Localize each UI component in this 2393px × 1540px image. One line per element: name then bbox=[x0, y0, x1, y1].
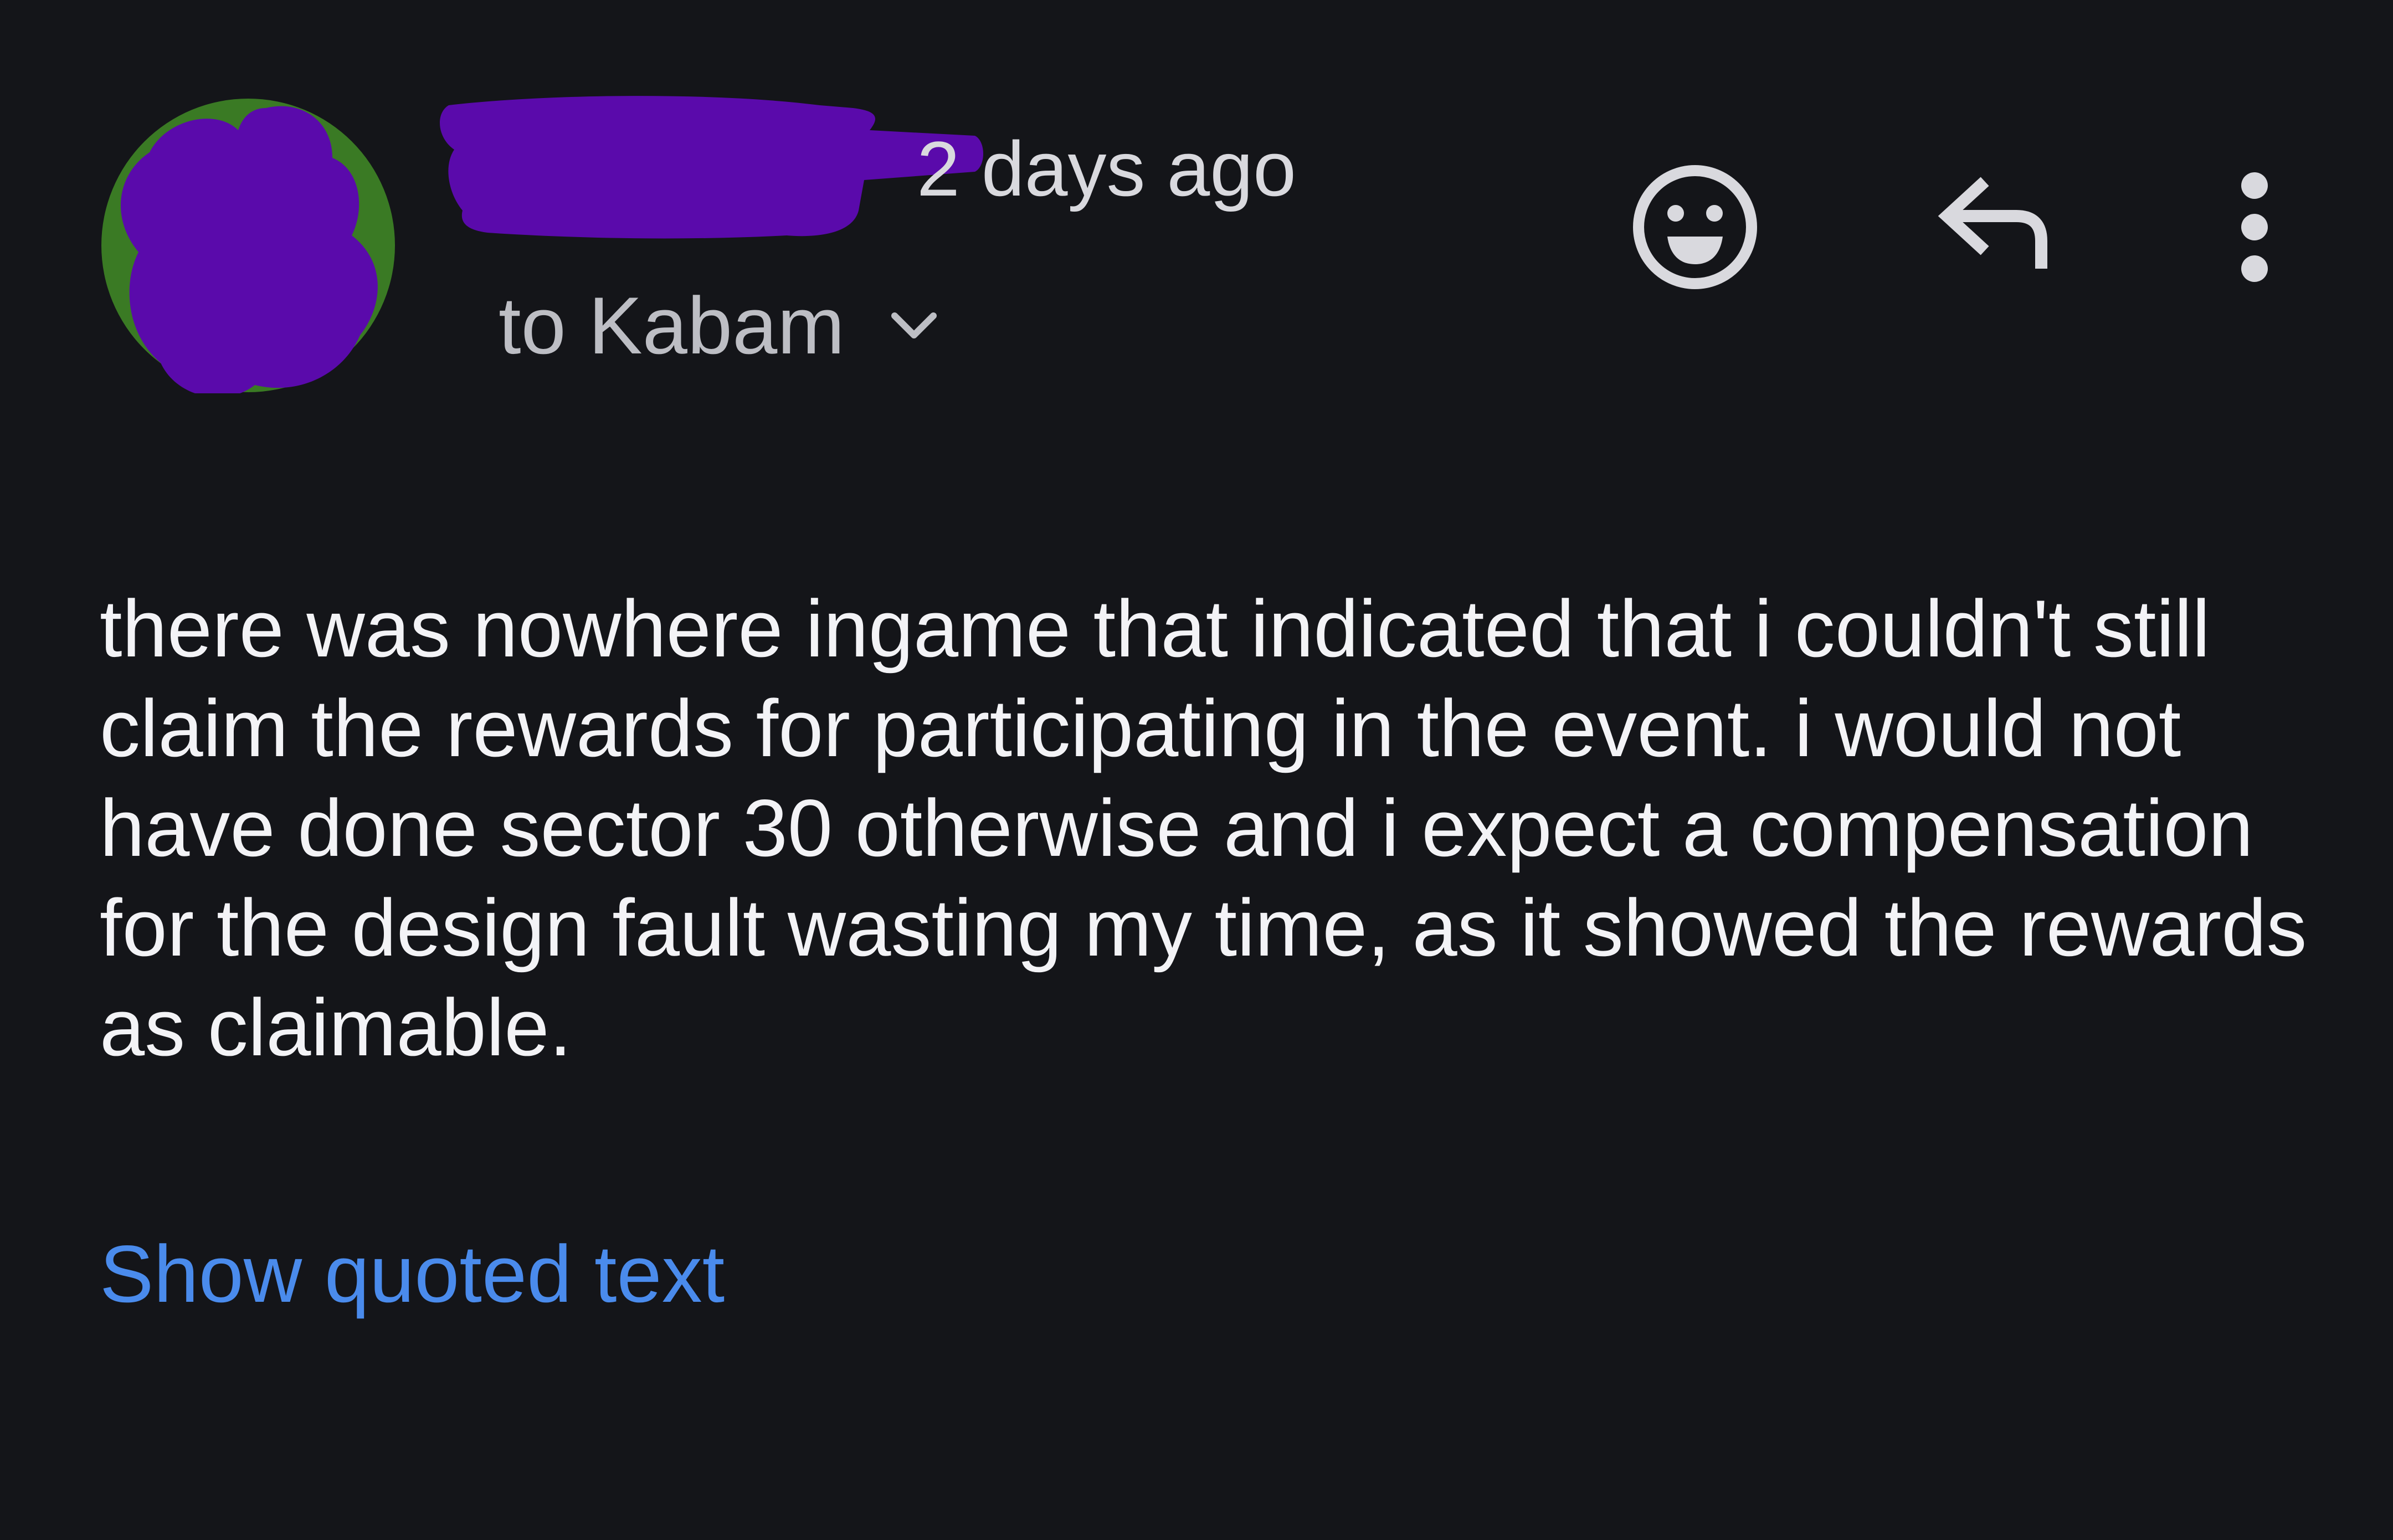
add-reaction-button[interactable] bbox=[1623, 155, 1767, 299]
sender-name-redacted bbox=[432, 72, 986, 258]
emoji-smile-icon bbox=[1633, 165, 1757, 289]
redacted-avatar-image bbox=[101, 99, 395, 398]
message-body-text: there was nowhere ingame that indicated … bbox=[100, 583, 2307, 1072]
chevron-down-icon bbox=[884, 295, 944, 356]
email-message-card: 2 days ago to Kabam there was nowhere in… bbox=[0, 0, 2393, 1540]
avatar[interactable] bbox=[100, 97, 396, 398]
show-quoted-text-link[interactable]: Show quoted text bbox=[100, 1227, 725, 1321]
more-vertical-icon bbox=[2241, 172, 2268, 282]
recipient-details-toggle[interactable]: to Kabam bbox=[499, 277, 944, 374]
reply-button[interactable] bbox=[1922, 161, 2066, 294]
message-timestamp: 2 days ago bbox=[917, 125, 1296, 212]
more-options-button[interactable] bbox=[2207, 161, 2302, 294]
reply-arrow-icon bbox=[1938, 177, 2047, 269]
recipient-label: to Kabam bbox=[499, 280, 845, 371]
